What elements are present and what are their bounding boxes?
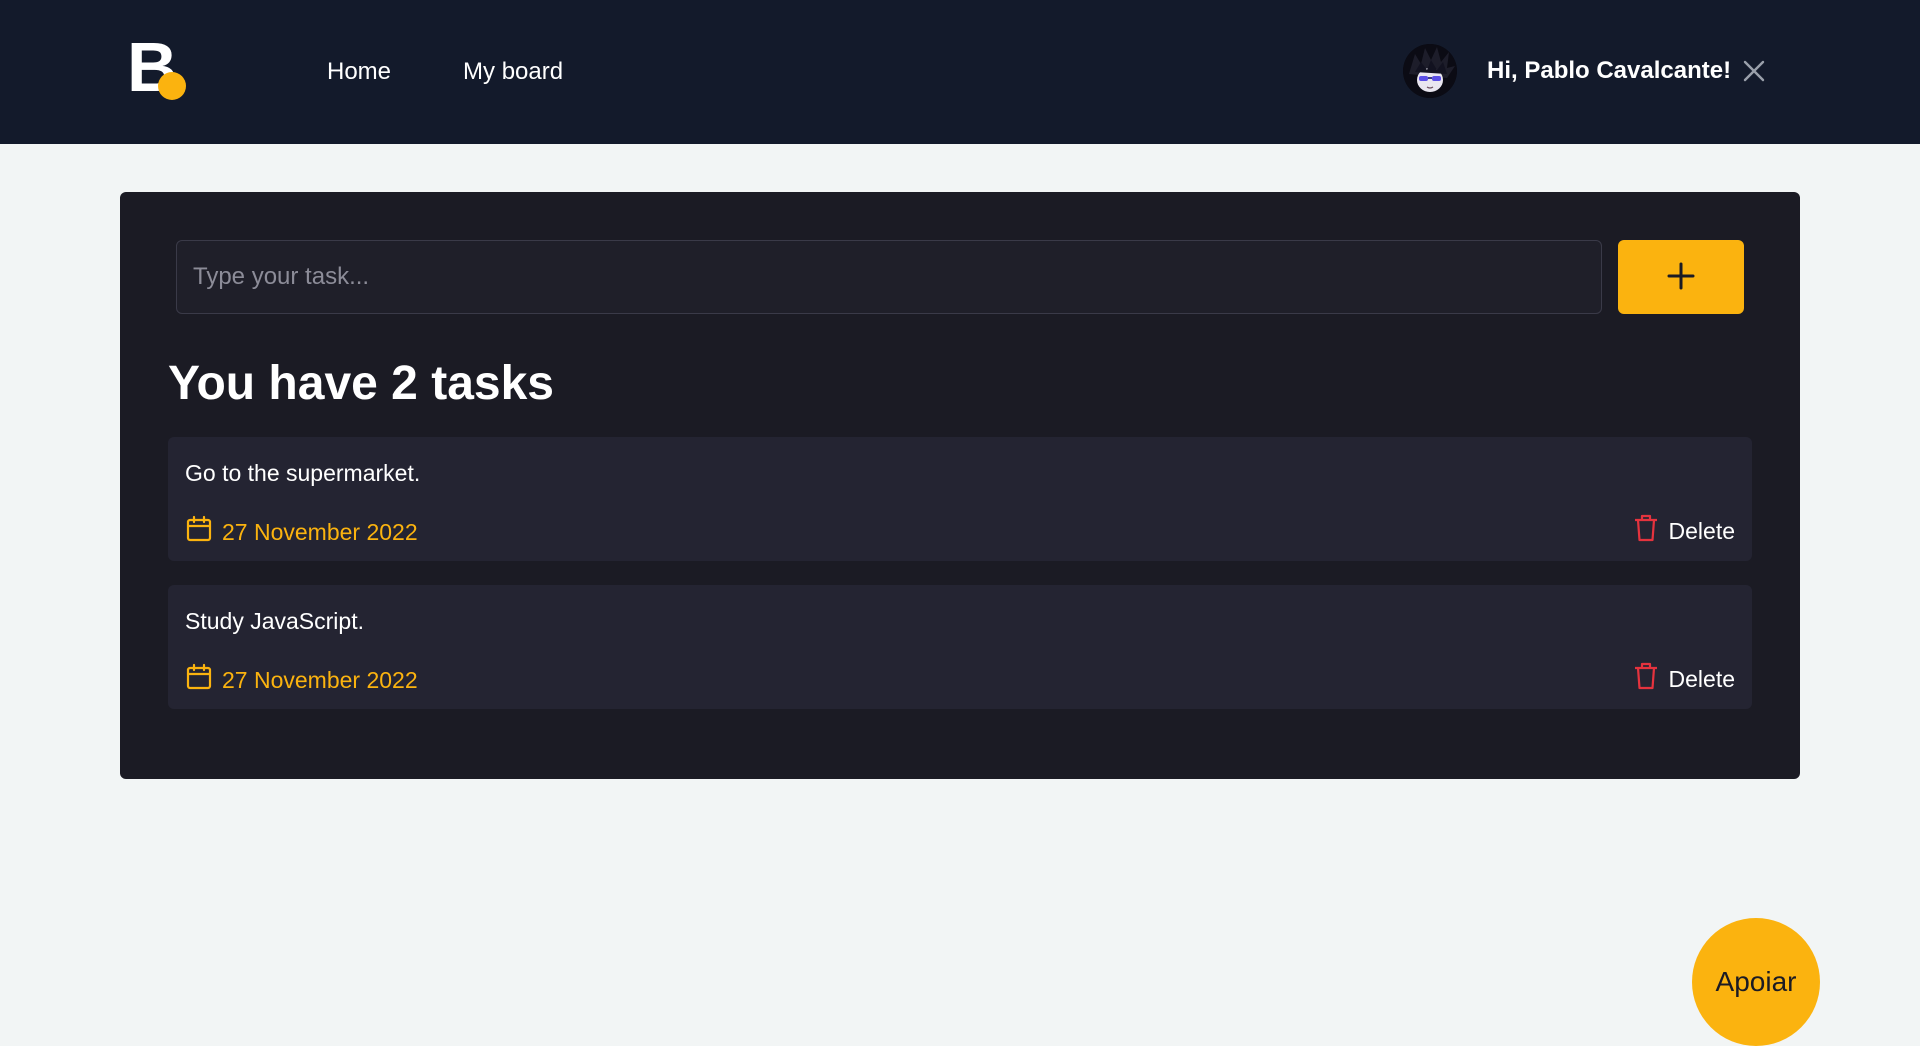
delete-task-button[interactable]: Delete (1632, 513, 1735, 549)
main-nav: Home My board (327, 56, 563, 88)
task-text: Go to the supermarket. (185, 460, 421, 486)
new-task-input[interactable] (176, 240, 1602, 314)
tasks-count-heading: You have 2 tasks (168, 357, 554, 410)
task-date-text: 27 November 2022 (222, 667, 418, 693)
user-greeting: Hi, Pablo Cavalcante! (1487, 57, 1732, 84)
top-header: B Home My board Hi, Pablo Cavalcante! (0, 0, 1920, 144)
trash-icon (1632, 661, 1669, 697)
plus-icon (1666, 261, 1696, 294)
calendar-icon (185, 663, 222, 697)
nav-link-my-board[interactable]: My board (463, 56, 563, 88)
close-icon[interactable] (1739, 56, 1769, 86)
task-text: Study JavaScript. (185, 608, 364, 634)
logo-dot (158, 72, 186, 100)
delete-task-button[interactable]: Delete (1632, 661, 1735, 697)
task-item: Study JavaScript. 27 November 2022 Delet… (168, 585, 1752, 709)
delete-label: Delete (1668, 666, 1735, 692)
delete-label: Delete (1668, 518, 1735, 544)
task-board-card: You have 2 tasks Go to the supermarket. … (120, 192, 1800, 779)
trash-icon (1632, 513, 1669, 549)
task-date: 27 November 2022 (185, 663, 418, 697)
add-task-button[interactable] (1618, 240, 1744, 314)
avatar-image (1403, 44, 1457, 98)
avatar[interactable] (1403, 44, 1457, 98)
nav-link-home[interactable]: Home (327, 56, 391, 88)
calendar-icon (185, 515, 222, 549)
task-item: Go to the supermarket. 27 November 2022 … (168, 437, 1752, 561)
user-area: Hi, Pablo Cavalcante! (1403, 44, 1769, 98)
task-date: 27 November 2022 (185, 515, 418, 549)
brand-logo[interactable]: B (125, 32, 189, 102)
task-date-text: 27 November 2022 (222, 519, 418, 545)
support-button[interactable]: Apoiar (1692, 918, 1820, 1046)
